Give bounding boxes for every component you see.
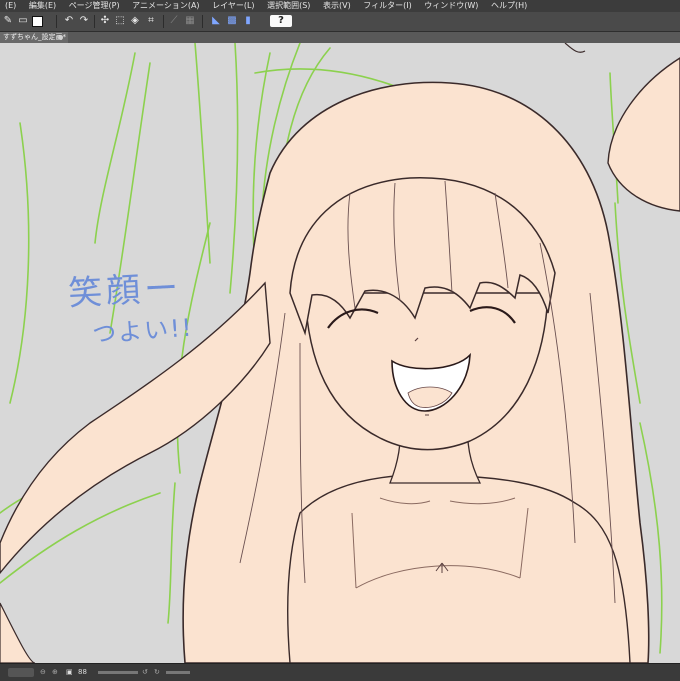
menu-item-file[interactable]: (E) <box>0 0 21 12</box>
toolbar-divider <box>163 15 164 28</box>
navigator-slider[interactable] <box>8 668 34 677</box>
toolbar-divider <box>94 15 95 28</box>
ruler-guide-icon[interactable]: ▦ <box>184 15 196 27</box>
menu-item-page[interactable]: ページ管理(P) <box>64 0 125 12</box>
rotate-left-icon[interactable]: ↺ <box>142 668 148 677</box>
redo-icon[interactable]: ↷ <box>78 15 90 27</box>
menu-bar: (E) 編集(E) ページ管理(P) アニメーション(A) レイヤー(L) 選択… <box>0 0 680 12</box>
toolbar-divider <box>56 15 57 28</box>
snap-ruler-icon[interactable]: ▮ <box>242 15 254 27</box>
toolbar-divider <box>202 15 203 28</box>
menu-item-layer[interactable]: レイヤー(L) <box>207 0 259 12</box>
color-swatch-icon[interactable] <box>31 15 43 27</box>
document-tab-bar: すずちゃん_設定画* <box>0 32 680 43</box>
document-tab-title: すずちゃん_設定画* <box>3 33 66 41</box>
snap-grid-icon[interactable]: ▩ <box>226 15 238 27</box>
ruler-icon[interactable]: ⟋ <box>168 15 180 27</box>
menu-item-window[interactable]: ウィンドウ(W) <box>419 0 483 12</box>
status-bar: ⊖ ⊕ ▣ 88 ↺ ↻ <box>0 663 680 681</box>
menu-item-help[interactable]: ヘルプ(H) <box>486 0 532 12</box>
snap-icon[interactable]: ◣ <box>210 15 222 27</box>
crop-icon[interactable]: ⌗ <box>145 15 157 27</box>
menu-item-animation[interactable]: アニメーション(A) <box>127 0 204 12</box>
document-tab[interactable]: すずちゃん_設定画* <box>0 32 68 43</box>
zoom-in-icon[interactable]: ⊕ <box>52 668 58 677</box>
toolbar: ✎ ▭ ↶ ↷ ✣ ⬚ ◈ ⌗ ⟋ ▦ ◣ ▩ ▮ ? <box>0 12 680 32</box>
transform-icon[interactable]: ✣ <box>99 15 111 27</box>
rotate-slider[interactable] <box>166 671 190 674</box>
canvas-artwork <box>0 43 680 663</box>
fit-icon[interactable]: ▣ <box>66 668 73 677</box>
menu-item-filter[interactable]: フィルター(I) <box>358 0 416 12</box>
pen-tool-icon[interactable]: ✎ <box>2 15 14 27</box>
zoom-level: 88 <box>78 668 87 676</box>
zoom-slider[interactable] <box>98 671 138 674</box>
background-figure-shape <box>607 57 680 212</box>
zoom-out-icon[interactable]: ⊖ <box>40 668 46 677</box>
undo-icon[interactable]: ↶ <box>63 15 75 27</box>
select-icon[interactable]: ⬚ <box>114 15 126 27</box>
close-icon[interactable] <box>58 35 63 40</box>
annotation-text-line1: 笑顔ー <box>67 268 184 314</box>
rotate-right-icon[interactable]: ↻ <box>154 668 160 677</box>
drawing-canvas[interactable]: 笑顔ー つよい!! <box>0 43 680 663</box>
menu-item-selection[interactable]: 選択範囲(S) <box>262 0 315 12</box>
menu-item-view[interactable]: 表示(V) <box>318 0 356 12</box>
new-file-icon[interactable]: ▭ <box>17 15 29 27</box>
fill-icon[interactable]: ◈ <box>129 15 141 27</box>
menu-item-edit[interactable]: 編集(E) <box>24 0 61 12</box>
annotation-text-line2: つよい!! <box>91 313 195 349</box>
help-icon[interactable]: ? <box>270 15 292 27</box>
